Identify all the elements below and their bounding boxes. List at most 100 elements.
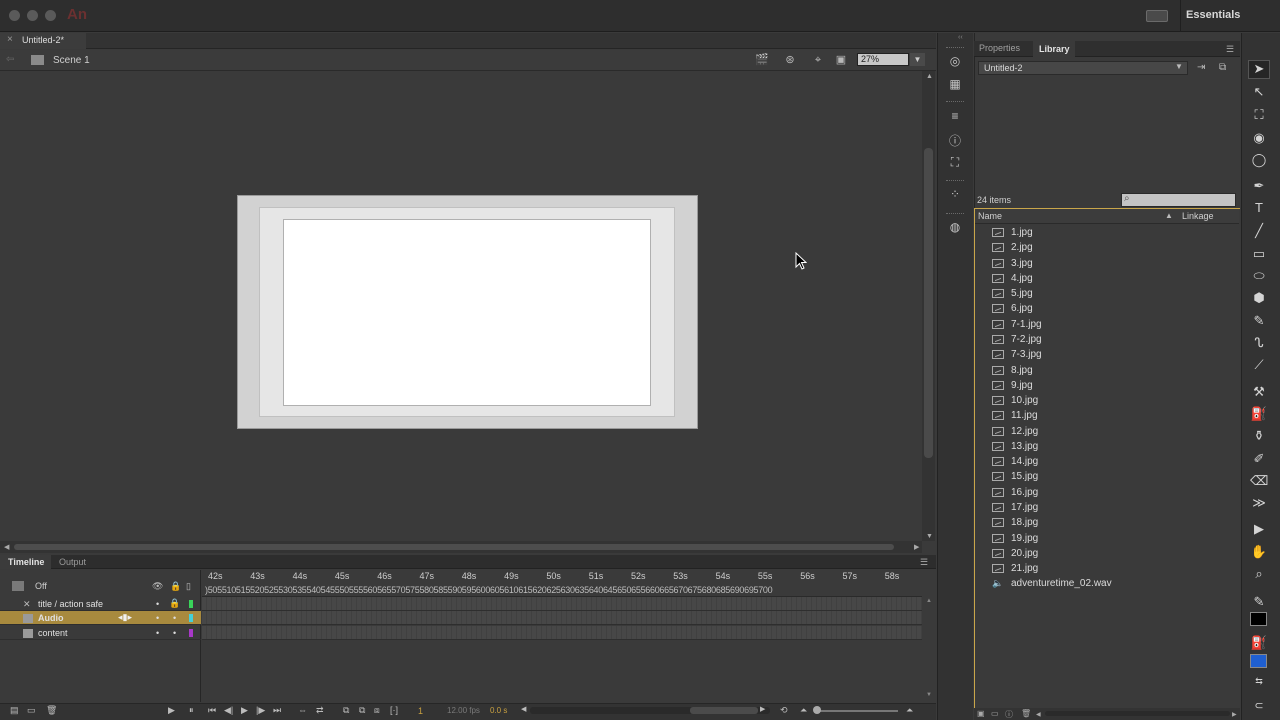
library-item[interactable]: 10.jpg (992, 393, 1038, 408)
current-frame[interactable]: 1 (418, 706, 423, 716)
layer-name[interactable]: Audio (38, 613, 64, 623)
scroll-up-icon[interactable]: ▲ (926, 73, 933, 80)
minimize-window-button[interactable] (27, 10, 38, 21)
timeline-scroll-left-icon[interactable]: ◀ (521, 705, 526, 713)
frame-track[interactable] (202, 626, 922, 640)
library-scroll-left-icon[interactable]: ◀ (1036, 711, 1041, 718)
chevron-down-icon[interactable]: ▼ (1175, 62, 1183, 71)
library-item[interactable]: 16.jpg (992, 485, 1038, 500)
new-layer-icon[interactable]: ▤ (10, 705, 19, 716)
edit-scene-icon[interactable]: 🎬 (755, 54, 769, 66)
info-icon[interactable]: ⓘ (946, 132, 964, 148)
library-item[interactable]: 21.jpg (992, 561, 1038, 576)
library-item[interactable]: 14.jpg (992, 454, 1038, 469)
delete-icon[interactable]: 🗑 (1021, 709, 1031, 718)
camera-tool-icon[interactable]: ▶ (1250, 521, 1268, 537)
bone-tool-icon[interactable]: ⚒ (1250, 384, 1268, 400)
panel-group-grip[interactable] (946, 101, 964, 104)
library-item[interactable]: 6.jpg (992, 301, 1033, 316)
properties-icon[interactable]: ⓘ (1005, 709, 1013, 720)
library-panel-menu-icon[interactable]: ☰ (1226, 44, 1234, 55)
fit-frames-icon[interactable]: ⟲ (780, 705, 788, 716)
step-forward-icon[interactable]: |▶ (256, 705, 265, 716)
collapse-strip-icon[interactable]: ‹‹ (958, 34, 963, 41)
scroll-left-icon[interactable]: ◀ (4, 543, 9, 551)
library-item[interactable]: 2.jpg (992, 240, 1033, 255)
zoom-input[interactable]: 27% (857, 53, 909, 66)
new-folder-icon[interactable]: ▭ (27, 705, 36, 716)
library-horizontal-scrollbar[interactable] (1045, 711, 1230, 716)
timeline-horizontal-scroll-thumb[interactable] (690, 707, 758, 714)
frame-number-ticks[interactable]: )505510515520525530535540545550555560565… (205, 585, 920, 595)
panel-group-grip[interactable] (946, 213, 964, 216)
library-search-input[interactable] (1121, 193, 1236, 207)
delete-layer-icon[interactable]: 🗑 (46, 705, 57, 716)
lock-dot-icon[interactable]: • (173, 628, 176, 638)
line-tool-icon[interactable]: ╱ (1250, 223, 1268, 239)
zoom-window-button[interactable] (45, 10, 56, 21)
library-scroll-right-icon[interactable]: ▶ (1232, 711, 1237, 718)
library-item[interactable]: 20.jpg (992, 546, 1038, 561)
text-tool-icon[interactable]: T (1250, 200, 1268, 216)
zoom-in-frames-icon[interactable]: ⏶ (906, 705, 913, 716)
camera-tool-icon[interactable]: ▶ (168, 705, 175, 716)
new-folder-icon[interactable]: ▭ (991, 709, 999, 718)
frame-track[interactable] (202, 597, 922, 611)
swatches-icon[interactable]: ▦ (946, 77, 964, 91)
pencil-edit-icon[interactable]: ◂▮▸ (118, 612, 132, 623)
visibility-dot-icon[interactable]: • (156, 628, 159, 638)
lock-all-icon[interactable]: 🔒 (170, 581, 181, 592)
scroll-down-icon[interactable]: ▼ (926, 533, 933, 540)
sort-ascending-icon[interactable]: ▲ (1165, 211, 1173, 220)
library-item[interactable]: 15.jpg (992, 469, 1038, 484)
visibility-dot-icon[interactable]: • (156, 613, 159, 623)
column-header-linkage[interactable]: Linkage (1182, 211, 1214, 221)
back-arrow-icon[interactable]: ⇦ (6, 54, 14, 65)
rectangle-tool-icon[interactable]: ▭ (1250, 246, 1268, 262)
frame-track[interactable] (202, 611, 922, 625)
stage-horizontal-scroll-thumb[interactable] (14, 544, 894, 550)
timeline-scroll-right-icon[interactable]: ▶ (760, 705, 765, 713)
edit-multiple-frames-icon[interactable]: ⧈ (374, 705, 380, 716)
layer-name[interactable]: content (38, 628, 68, 638)
center-stage-icon[interactable]: ⌖ (811, 54, 825, 66)
eraser-tool-icon[interactable]: ⌫ (1250, 473, 1268, 489)
column-header-name[interactable]: Name (978, 211, 1002, 221)
timeline-scroll-down-icon[interactable]: ▼ (926, 692, 932, 698)
snap-to-objects-icon[interactable]: ⊂ (1250, 698, 1268, 714)
onion-outline-icon[interactable]: ⧉ (359, 705, 365, 716)
library-item[interactable]: 17.jpg (992, 500, 1038, 515)
lasso-tool-icon[interactable]: ◯ (1250, 152, 1268, 168)
frame-size-slider[interactable] (816, 710, 898, 712)
hand-tool-icon[interactable]: ✋ (1250, 544, 1268, 560)
layer-color-swatch[interactable] (189, 629, 193, 637)
selection-tool-icon[interactable]: ➤ (1250, 61, 1268, 77)
library-document-select[interactable]: Untitled-2 (978, 61, 1188, 75)
lock-icon[interactable]: 🔒 (169, 598, 180, 609)
tab-properties[interactable]: Properties (979, 43, 1020, 53)
zoom-tool-icon[interactable]: ⌕ (1250, 566, 1268, 582)
library-item[interactable]: 19.jpg (992, 531, 1038, 546)
polystar-tool-icon[interactable]: ⬢ (1250, 290, 1268, 306)
title-safe-area[interactable] (283, 219, 651, 406)
close-tab-icon[interactable]: × (7, 34, 13, 45)
library-item[interactable]: 7-3.jpg (992, 347, 1042, 362)
fill-color-bucket-icon[interactable]: ⛽ (1250, 635, 1268, 651)
frame-size-slider-knob[interactable] (813, 706, 821, 714)
library-item[interactable]: 11.jpg (992, 408, 1038, 423)
layer-color-swatch[interactable] (189, 600, 193, 608)
lock-dot-icon[interactable]: • (173, 613, 176, 623)
sync-settings-icon[interactable] (1146, 10, 1168, 22)
scene-label[interactable]: Scene 1 (53, 55, 90, 66)
library-item[interactable]: 7-2.jpg (992, 332, 1042, 347)
stroke-color-swatch[interactable] (1250, 612, 1267, 626)
edit-symbols-icon[interactable]: ⊛ (783, 54, 797, 66)
new-symbol-icon[interactable]: ▣ (977, 709, 985, 718)
outline-all-icon[interactable]: ▯ (186, 581, 191, 592)
go-to-first-frame-icon[interactable]: ⏮ (208, 705, 216, 716)
clip-content-icon[interactable]: ▣ (834, 54, 848, 66)
elapsed-time[interactable]: 0.0 s (490, 706, 507, 715)
library-item[interactable]: 5.jpg (992, 286, 1033, 301)
go-to-last-frame-icon[interactable]: ⏭ (273, 705, 281, 716)
pen-tool-icon[interactable]: ✒ (1250, 178, 1268, 194)
